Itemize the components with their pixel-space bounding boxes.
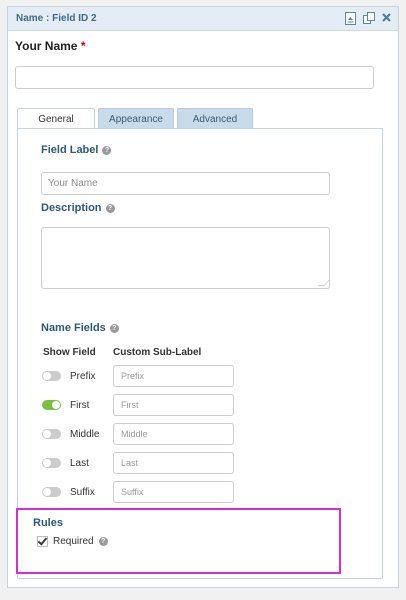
rules-heading: Rules	[33, 517, 63, 529]
field-label-heading-text: Field Label	[41, 144, 99, 156]
field-preview-label-text: Your Name	[15, 39, 78, 53]
last-sublabel-input[interactable]: Last	[113, 452, 234, 474]
help-icon[interactable]: ?	[98, 537, 108, 546]
description-textarea[interactable]	[41, 227, 330, 289]
name-field-row-middle: Middle Middle	[42, 423, 234, 445]
rules-section: Rules Required ?	[16, 508, 341, 574]
close-icon[interactable]	[381, 12, 392, 25]
panel-title: Name : Field ID 2	[16, 13, 97, 24]
description-heading: Description ?	[41, 202, 115, 214]
field-label-input[interactable]: Your Name	[41, 172, 330, 195]
last-toggle[interactable]	[42, 458, 61, 468]
name-field-row-suffix: Suffix Suffix	[42, 481, 234, 503]
required-checkbox[interactable]	[37, 535, 48, 547]
prefix-label: Prefix	[70, 370, 96, 382]
prefix-sublabel-input[interactable]: Prefix	[113, 365, 234, 387]
help-icon[interactable]: ?	[109, 323, 119, 333]
field-label-input-value: Your Name	[48, 178, 98, 189]
name-field-row-prefix: Prefix Prefix	[42, 365, 234, 387]
resize-handle-icon[interactable]	[318, 280, 330, 286]
sub-label-column-header: Custom Sub-Label	[113, 347, 202, 358]
field-preview-input[interactable]	[15, 66, 374, 89]
prefix-toggle[interactable]	[42, 371, 61, 381]
help-icon[interactable]: ?	[105, 203, 115, 213]
first-placeholder: First	[121, 400, 139, 410]
checkmark-icon	[37, 535, 48, 546]
duplicate-icon[interactable]	[363, 12, 375, 25]
required-marker: *	[80, 39, 86, 53]
required-option: Required ?	[37, 535, 108, 547]
first-toggle[interactable]	[42, 400, 61, 410]
suffix-toggle[interactable]	[42, 487, 61, 497]
first-label: First	[70, 399, 90, 411]
description-heading-text: Description	[41, 202, 102, 214]
tab-appearance[interactable]: Appearance	[98, 108, 174, 129]
middle-sublabel-input[interactable]: Middle	[113, 423, 234, 445]
name-fields-heading-text: Name Fields	[41, 322, 106, 334]
middle-placeholder: Middle	[121, 429, 148, 439]
tab-general[interactable]: General	[17, 108, 95, 130]
header-actions	[345, 12, 392, 25]
suffix-placeholder: Suffix	[121, 487, 144, 497]
first-sublabel-input[interactable]: First	[113, 394, 234, 416]
suffix-label: Suffix	[70, 486, 95, 498]
last-placeholder: Last	[121, 458, 139, 468]
field-preview-label: Your Name *	[15, 39, 85, 53]
help-icon[interactable]: ?	[102, 145, 112, 155]
prefix-placeholder: Prefix	[121, 371, 145, 381]
field-settings-panel: Name : Field ID 2 Your Name * General Ap…	[7, 6, 399, 588]
show-field-column-header: Show Field	[43, 347, 96, 358]
name-field-row-first: First First	[42, 394, 234, 416]
settings-tabs: General Appearance Advanced	[17, 108, 253, 130]
collapse-icon[interactable]	[345, 12, 356, 25]
last-label: Last	[70, 457, 89, 469]
name-field-row-last: Last Last	[42, 452, 234, 474]
tab-advanced[interactable]: Advanced	[177, 108, 253, 129]
middle-label: Middle	[70, 428, 100, 440]
suffix-sublabel-input[interactable]: Suffix	[113, 481, 234, 503]
panel-header: Name : Field ID 2	[8, 7, 398, 31]
name-fields-heading: Name Fields ?	[41, 322, 119, 334]
required-label: Required	[53, 536, 94, 547]
middle-toggle[interactable]	[42, 429, 61, 439]
field-label-heading: Field Label ?	[41, 144, 112, 156]
